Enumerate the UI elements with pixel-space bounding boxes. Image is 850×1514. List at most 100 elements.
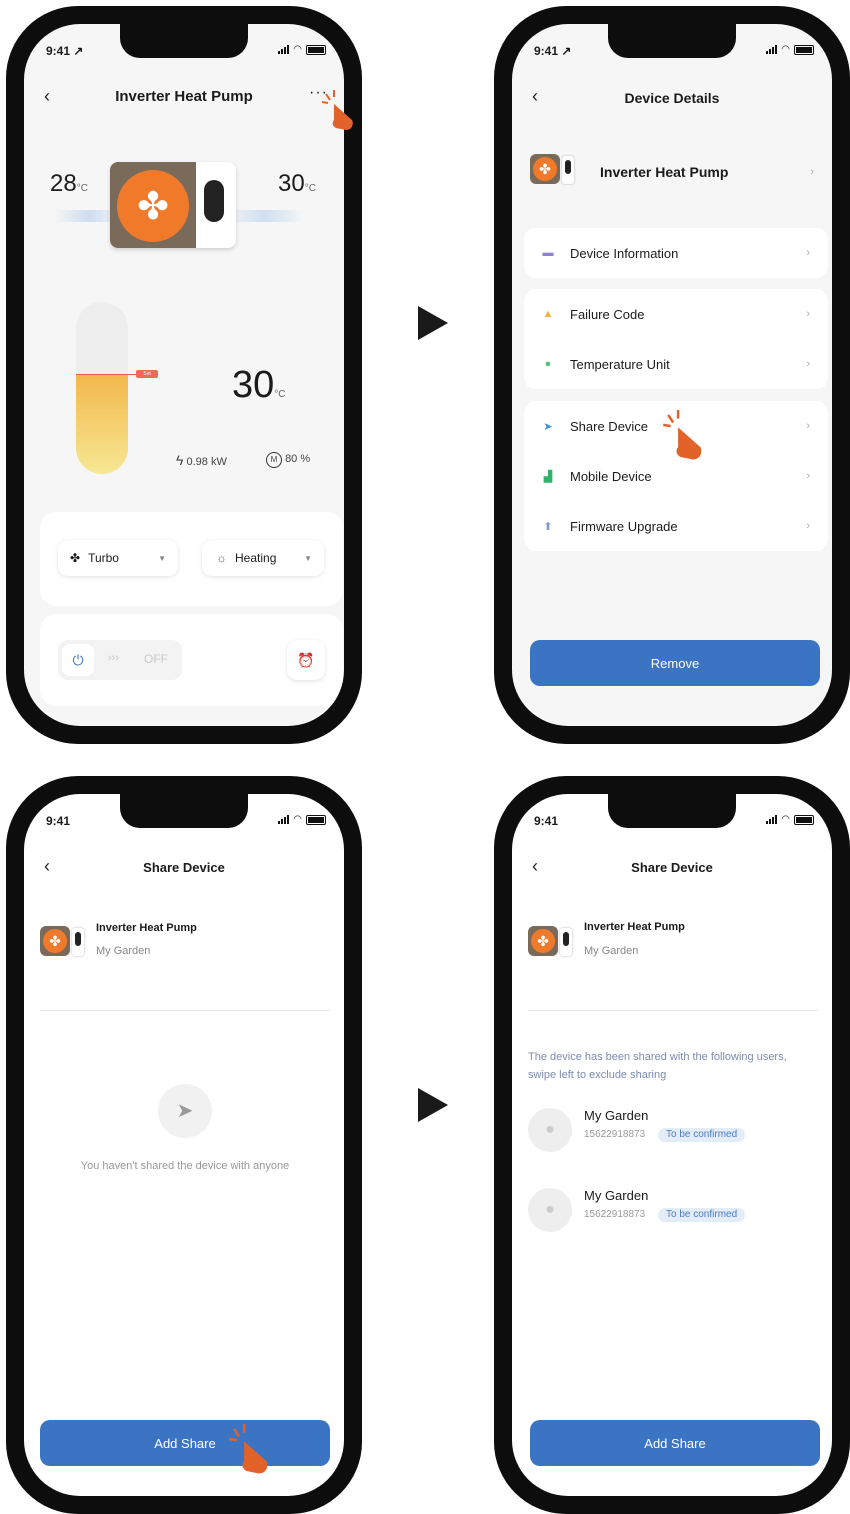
add-share-button[interactable]: Add Share [40,1420,330,1466]
menu-temperature-unit[interactable]: ● Temperature Unit › [524,339,828,389]
notch [608,24,736,58]
wifi-icon: ◠ [781,44,790,55]
page-title: Share Device [631,860,713,875]
chevron-down-icon: ▼ [158,553,166,563]
screen-heat-pump: 9:41 ↗ ◠ ‹ Inverter Heat Pump ··· 28°C 3… [24,24,344,726]
mode-readout: M 80 % [266,452,310,468]
phone-frame-1: 9:41 ↗ ◠ ‹ Inverter Heat Pump ··· 28°C 3… [6,6,362,744]
info-card: ▬ Device Information › [524,228,828,278]
status-time: 9:41 ↗ [534,44,572,58]
status-icons: ◠ [278,44,326,55]
tap-hand-icon [229,1424,268,1474]
battery-icon [794,814,814,825]
page-title: Share Device [143,860,225,875]
fan-small-icon: ✤ [70,551,81,565]
phone-frame-2: 9:41 ↗ ◠ ‹ Device Details ✤ Inverter Hea… [494,6,850,744]
user-phone: 15622918873 [584,1129,646,1140]
signal-icon [766,45,778,54]
temperature-icon: ● [544,358,552,370]
phone-frame-4: 9:41 ◠ ‹ Share Device ✤ Inverter Heat Pu… [494,776,850,1514]
set-tag: Set [136,370,158,378]
fan-icon: ✤ [117,170,189,242]
menu-failure-code[interactable]: ▲ Failure Code › [524,289,828,339]
water-temp: 30°C [232,364,286,406]
wifi-icon: ◠ [781,814,790,825]
chevron-right-icon: › [806,247,810,259]
device-location: My Garden [96,945,151,957]
signal-icon [766,815,778,824]
user-avatar-icon: ● [528,1188,572,1232]
chevron-right-icon[interactable]: › [810,166,814,178]
airflow-right [224,210,304,222]
device-info-icon: ▬ [542,247,554,259]
flow-arrow-2 [418,1088,448,1122]
flow-arrow-1 [418,306,448,340]
wifi-icon: ◠ [293,814,302,825]
status-badge: To be confirmed [658,1128,746,1142]
chevron-right-icon: › [806,420,810,432]
user-name: My Garden [584,1188,649,1203]
divider [528,1010,818,1011]
notch [608,794,736,828]
run-mode-dropdown[interactable]: ☼ Heating ▼ [202,540,324,576]
page-title: Inverter Heat Pump [115,88,253,105]
chevron-right-icon: › [806,520,810,532]
menu-device-information[interactable]: ▬ Device Information › [524,228,828,278]
signal-icon [278,45,290,54]
user-phone: 15622918873 [584,1209,646,1220]
remove-button[interactable]: Remove [530,640,820,686]
mode-card: ✤ Turbo ▼ ☼ Heating ▼ [40,512,343,606]
temp-left: 28°C [50,170,88,197]
chevron-right-icon: › [806,308,810,320]
list-item[interactable]: ● My Garden 15622918873 To be confirmed [528,1184,818,1238]
battery-icon [306,44,326,55]
chevron-right-icon: › [806,470,810,482]
tap-hand-icon [322,90,353,130]
unit-power-icon [204,180,224,222]
device-name: Inverter Heat Pump [96,922,197,934]
status-time: 9:41 [534,814,559,828]
status-time: 9:41 ↗ [46,44,84,58]
device-thumbnail: ✤ [40,926,86,958]
power-slider[interactable]: ⏻ ››› OFF [58,640,182,680]
power-readout: ϟ 0.98 kW [176,452,227,468]
signal-icon [278,815,290,824]
heat-pump-illustration: ✤ [110,162,236,248]
battery-icon [306,814,326,825]
device-name: Inverter Heat Pump [600,164,729,180]
mode-m-icon: M [266,452,282,468]
power-icon[interactable]: ⏻ [62,644,94,676]
status-badge: To be confirmed [658,1208,746,1222]
add-share-button[interactable]: Add Share [530,1420,820,1466]
firmware-upgrade-icon: ⬆ [543,520,553,533]
page-title: Device Details [624,90,720,106]
battery-icon [794,44,814,55]
warning-icon: ▲ [542,308,554,320]
alarm-clock-icon[interactable]: ⏰ [287,640,325,680]
menu-firmware-upgrade[interactable]: ⬆ Firmware Upgrade › [524,501,828,551]
empty-state-text: You haven't shared the device with anyon… [80,1160,290,1172]
status-icons: ◠ [766,814,814,825]
share-send-icon: ➤ [543,420,553,433]
bolt-icon: ϟ [176,452,184,468]
notch [120,24,248,58]
device-thumbnail: ✤ [530,154,576,186]
shared-info-text: The device has been shared with the foll… [528,1051,787,1081]
fan-mode-dropdown[interactable]: ✤ Turbo ▼ [58,540,178,576]
device-location: My Garden [584,945,639,957]
status-time: 9:41 [46,814,71,828]
temp-right: 30°C [278,170,316,197]
status-icons: ◠ [766,44,814,55]
screen-device-details: 9:41 ↗ ◠ ‹ Device Details ✤ Inverter Hea… [512,24,832,726]
screen-share-empty: 9:41 ◠ ‹ Share Device ✤ Inverter Heat Pu… [24,794,344,1496]
notch [120,794,248,828]
chevron-right-icon: › [806,358,810,370]
chevron-down-icon: ▼ [304,553,312,563]
status-icons: ◠ [278,814,326,825]
screen-share-list: 9:41 ◠ ‹ Share Device ✤ Inverter Heat Pu… [512,794,832,1496]
share-send-icon: ➤ [158,1084,212,1138]
wifi-icon: ◠ [293,44,302,55]
tap-hand-icon [663,410,702,460]
list-item[interactable]: ● My Garden 15622918873 To be confirmed [528,1104,818,1158]
device-thumbnail: ✤ [528,926,574,958]
